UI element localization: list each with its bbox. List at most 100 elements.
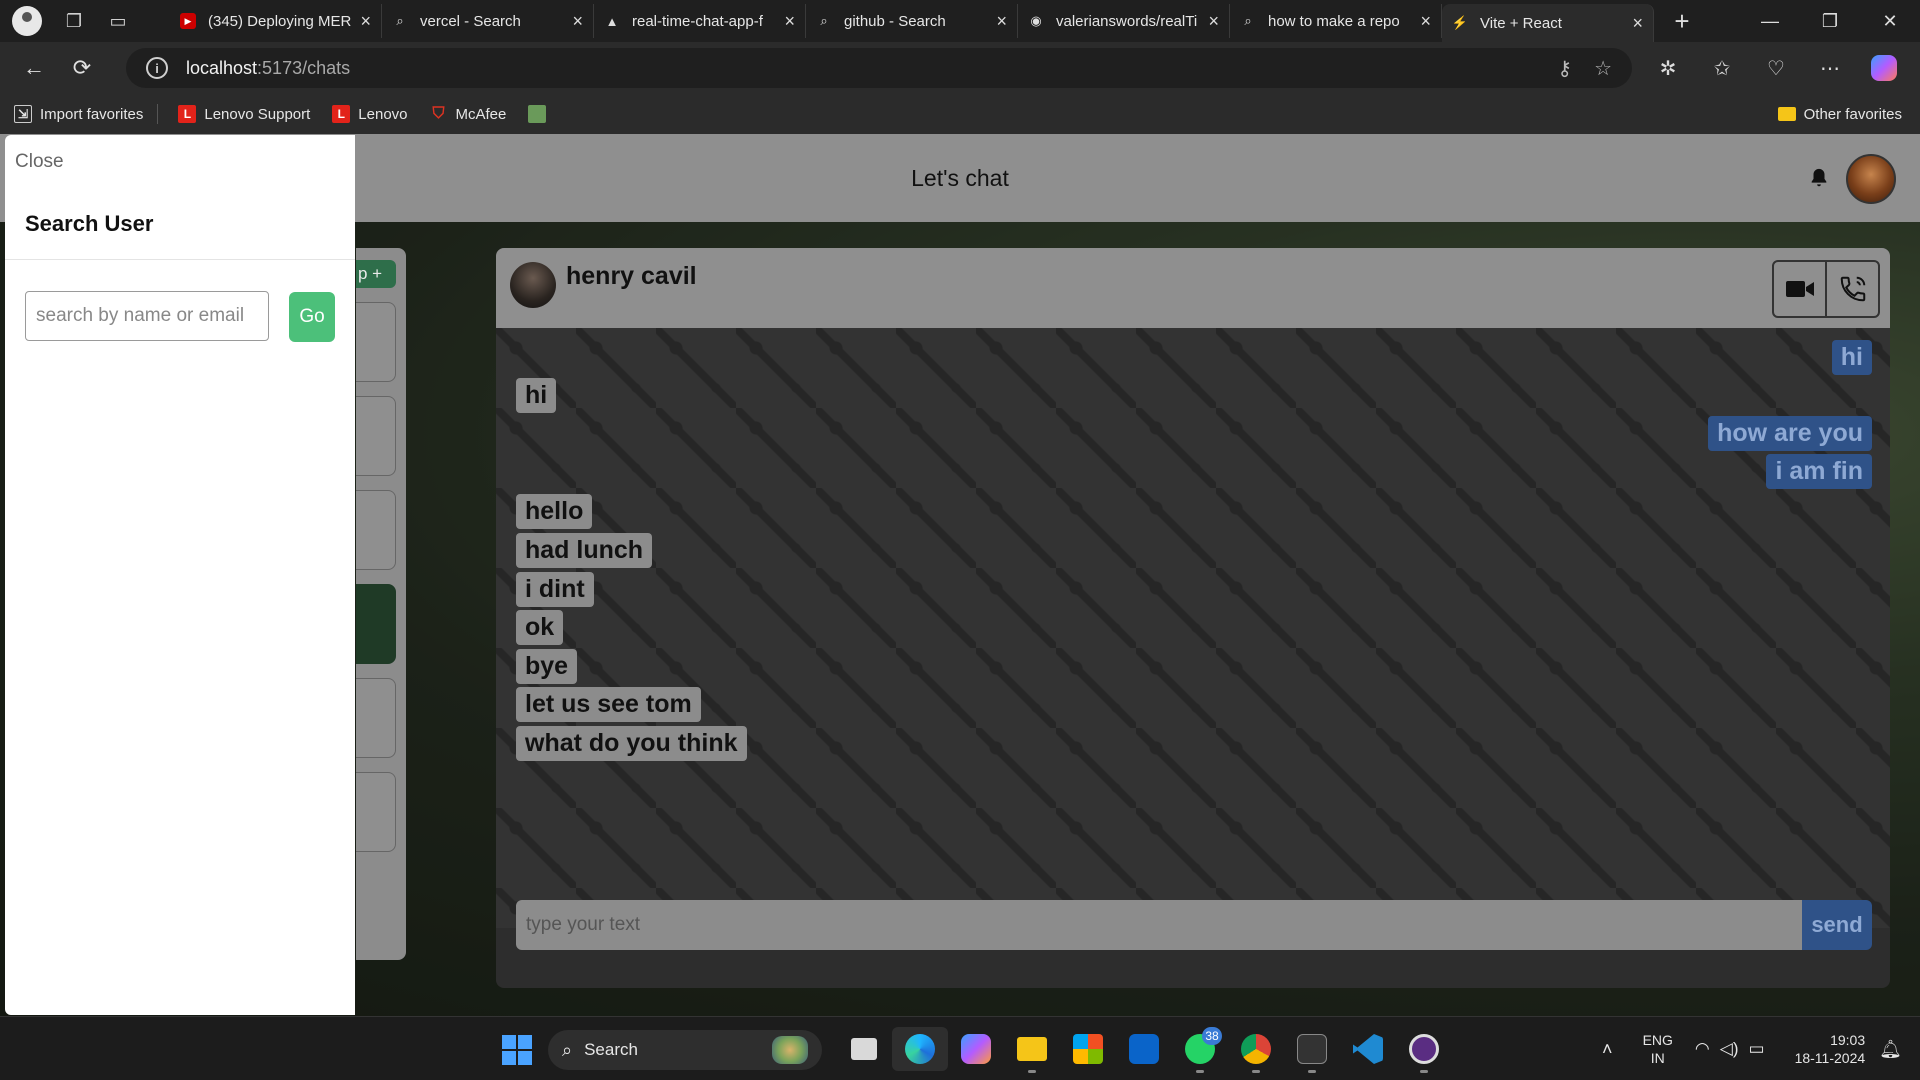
language-indicator[interactable]: ENG IN xyxy=(1643,1031,1673,1067)
favorite-import[interactable]: ⇲ Import favorites xyxy=(14,105,143,123)
close-drawer-button[interactable]: Close xyxy=(15,151,64,173)
close-tab-icon[interactable]: × xyxy=(784,11,795,32)
vercel-icon: ▲ xyxy=(605,13,619,29)
image-icon xyxy=(528,105,547,123)
incoming-message: had lunch xyxy=(516,533,653,568)
outlook-icon[interactable] xyxy=(1116,1027,1172,1071)
voice-call-icon[interactable] xyxy=(1827,262,1878,316)
minimize-icon[interactable]: — xyxy=(1740,0,1800,42)
back-button[interactable]: ← xyxy=(12,46,56,90)
video-call-icon[interactable] xyxy=(1774,262,1827,316)
browser-tab[interactable]: ▲ real-time-chat-app-f × xyxy=(594,4,806,38)
import-icon: ⇲ xyxy=(14,105,32,123)
favorite-lenovo-support[interactable]: L Lenovo Support xyxy=(178,105,310,123)
new-tab-button[interactable]: + xyxy=(1660,6,1704,37)
address-bar[interactable]: i localhost:5173/chats ⚷ ☆ xyxy=(126,48,1632,88)
tab-title: real-time-chat-app-f xyxy=(632,12,763,30)
favorite-label: Import favorites xyxy=(40,105,144,123)
restore-icon[interactable]: ❐ xyxy=(1800,0,1860,42)
search-highlight-icon xyxy=(772,1036,808,1064)
copilot-app-icon[interactable] xyxy=(948,1027,1004,1071)
extensions-icon[interactable]: ✲ xyxy=(1646,46,1690,90)
close-tab-icon[interactable]: × xyxy=(996,11,1007,32)
quick-settings[interactable]: ◠ ◁) ▭ xyxy=(1695,1039,1765,1059)
browser-tab[interactable]: ▶ (345) Deploying MERN × xyxy=(170,4,382,38)
more-menu-icon[interactable]: ⋯ xyxy=(1808,46,1852,90)
favorites-icon[interactable]: ✩ xyxy=(1700,46,1744,90)
browser-tab[interactable]: ⌕ vercel - Search × xyxy=(382,4,594,38)
message-input[interactable] xyxy=(516,900,1804,950)
favorite-label: Lenovo Support xyxy=(204,105,311,123)
close-tab-icon[interactable]: × xyxy=(572,11,583,32)
vertical-tabs-icon[interactable]: ▭ xyxy=(96,0,140,42)
profile-icon[interactable] xyxy=(12,6,42,36)
windows-start-icon[interactable] xyxy=(502,1035,532,1065)
chevron-up-icon[interactable]: ˄ xyxy=(1602,1039,1613,1060)
send-button[interactable]: send xyxy=(1802,900,1872,950)
site-info-icon[interactable]: i xyxy=(146,57,168,79)
user-search-input[interactable] xyxy=(25,291,269,341)
bell-icon[interactable] xyxy=(1808,166,1830,190)
favorite-image[interactable] xyxy=(528,105,554,123)
incoming-message: what do you think xyxy=(516,726,747,761)
chat-list-item[interactable] xyxy=(356,678,396,758)
divider xyxy=(157,104,159,124)
terminal-icon[interactable] xyxy=(1284,1027,1340,1073)
file-explorer-icon[interactable] xyxy=(1004,1027,1060,1073)
browser-tab[interactable]: ◉ valerianswords/realTi × xyxy=(1018,4,1230,38)
whatsapp-icon[interactable]: 38 xyxy=(1172,1027,1228,1073)
chat-messages-area[interactable]: hi hi how are you i am fin hello had lunch i d… xyxy=(496,328,1890,950)
task-view-icon[interactable] xyxy=(836,1027,892,1071)
incoming-message: hello xyxy=(516,494,593,529)
microsoft-store-icon[interactable] xyxy=(1060,1027,1116,1071)
go-button[interactable]: Go xyxy=(289,292,335,342)
edge-icon[interactable] xyxy=(892,1027,948,1071)
close-tab-icon[interactable]: × xyxy=(1420,11,1431,32)
wifi-icon: ◠ xyxy=(1694,1039,1710,1058)
taskbar-apps: 38 xyxy=(836,1027,1452,1073)
incoming-message: hi xyxy=(516,378,557,413)
browser-tab[interactable]: ⌕ github - Search × xyxy=(806,4,1018,38)
search-user-drawer: Close Search User Go xyxy=(5,135,355,1015)
browser-tab[interactable]: ⚡ Vite + React × xyxy=(1442,4,1654,42)
close-tab-icon[interactable]: × xyxy=(360,11,371,32)
chat-list-item-active[interactable] xyxy=(356,584,396,664)
chat-list-item[interactable] xyxy=(356,302,396,382)
outgoing-message: how are you xyxy=(1708,416,1872,451)
star-icon[interactable]: ☆ xyxy=(1594,56,1612,81)
clock[interactable]: 19:03 18-11-2024 xyxy=(1795,1031,1866,1067)
workspaces-icon[interactable]: ❐ xyxy=(52,0,96,42)
favorite-lenovo[interactable]: L Lenovo xyxy=(332,105,408,123)
media-player-icon[interactable] xyxy=(1396,1027,1452,1073)
close-window-icon[interactable]: ✕ xyxy=(1860,0,1920,42)
incoming-message: ok xyxy=(516,610,564,645)
favorite-mcafee[interactable]: ⛉ McAfee xyxy=(430,105,507,123)
other-favorites[interactable]: Other favorites xyxy=(1777,106,1902,123)
vscode-icon[interactable] xyxy=(1340,1027,1396,1071)
chat-list-panel: p + xyxy=(356,248,406,960)
youtube-icon: ▶ xyxy=(180,13,196,29)
browser-essentials-icon[interactable]: ♡ xyxy=(1754,46,1798,90)
taskbar-search[interactable]: ⌕ Search xyxy=(548,1030,822,1070)
chat-list-item[interactable] xyxy=(356,396,396,476)
chrome-icon[interactable] xyxy=(1228,1027,1284,1073)
tab-title: vercel - Search xyxy=(420,12,521,30)
refresh-button[interactable]: ⟳ xyxy=(60,46,104,90)
notification-bell-icon[interactable]: 🔔︎ xyxy=(1879,1039,1902,1060)
browser-tab[interactable]: ⌕ how to make a repo × xyxy=(1230,4,1442,38)
contact-name: henry cavil xyxy=(566,262,697,290)
chat-list-item[interactable] xyxy=(356,772,396,852)
tab-title: github - Search xyxy=(844,12,946,30)
close-tab-icon[interactable]: × xyxy=(1632,13,1643,34)
key-icon[interactable]: ⚷ xyxy=(1557,56,1572,81)
vite-icon: ⚡ xyxy=(1451,15,1469,30)
user-avatar[interactable] xyxy=(1846,154,1896,204)
close-tab-icon[interactable]: × xyxy=(1208,11,1219,32)
new-group-button[interactable]: p + xyxy=(356,260,396,288)
contact-avatar[interactable] xyxy=(510,262,556,308)
outgoing-message: i am fin xyxy=(1766,454,1872,489)
chat-list-item[interactable] xyxy=(356,490,396,570)
address-toolbar: ← ⟳ i localhost:5173/chats ⚷ ☆ ✲ ✩ ♡ ⋯ xyxy=(0,42,1920,94)
search-icon: ⌕ xyxy=(396,13,404,28)
copilot-icon[interactable] xyxy=(1862,46,1906,90)
